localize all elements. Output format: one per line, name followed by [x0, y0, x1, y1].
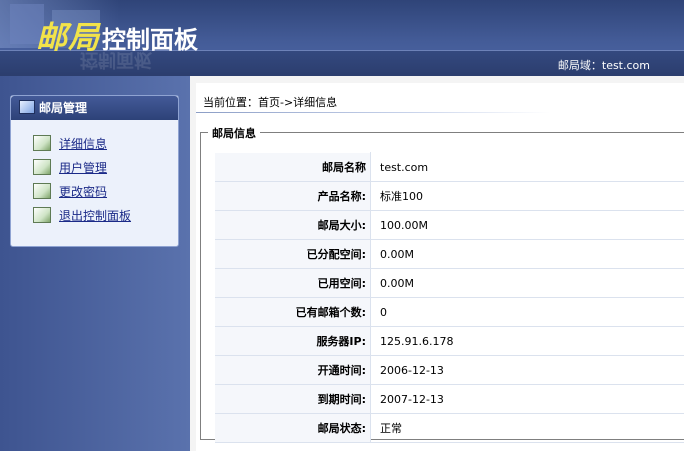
document-icon	[33, 207, 51, 223]
row-value: 正常	[370, 413, 684, 443]
sidebar-link-password[interactable]: 更改密码	[59, 185, 107, 199]
info-legend: 邮局信息	[208, 125, 260, 141]
row-value: 标准100	[370, 181, 684, 211]
document-icon	[33, 183, 51, 199]
sidebar-item-logout: 退出控制面板	[33, 204, 178, 228]
row-value: 2007-12-13	[370, 384, 684, 414]
row-label: 邮局大小:	[215, 210, 371, 240]
row-value: 0.00M	[370, 268, 684, 298]
sidebar-link-logout[interactable]: 退出控制面板	[59, 209, 131, 223]
sidebar-title-label: 邮局管理	[39, 101, 88, 115]
domain-label: 邮局域：test.com	[557, 59, 650, 72]
row-value: 125.91.6.178	[370, 326, 684, 356]
info-table: 邮局名称 test.com 产品名称: 标准100 邮局大小: 100.00M …	[215, 152, 684, 443]
table-row: 产品名称: 标准100	[215, 181, 684, 211]
document-icon	[33, 135, 51, 151]
row-label: 服务器IP:	[215, 326, 371, 356]
breadcrumb-divider	[196, 112, 550, 113]
logo-reflection: 控制面板	[80, 49, 152, 70]
table-row: 到期时间: 2007-12-13	[215, 384, 684, 414]
sidebar-menu: 详细信息 用户管理 更改密码 退出控制面板	[11, 132, 178, 228]
sidebar-panel: 邮局管理 详细信息 用户管理 更改密码 退出控制面板	[10, 95, 179, 247]
row-label: 已用空间:	[215, 268, 371, 298]
breadcrumb: 当前位置：首页->详细信息	[203, 96, 338, 109]
table-row: 邮局状态: 正常	[215, 413, 684, 443]
row-value: 100.00M	[370, 210, 684, 240]
sidebar-link-details[interactable]: 详细信息	[59, 137, 107, 151]
table-row: 已分配空间: 0.00M	[215, 239, 684, 269]
row-value: 2006-12-13	[370, 355, 684, 385]
table-row: 开通时间: 2006-12-13	[215, 355, 684, 385]
row-label: 邮局名称	[215, 152, 371, 182]
sidebar-item-users: 用户管理	[33, 156, 178, 180]
sidebar-link-users[interactable]: 用户管理	[59, 161, 107, 175]
sidebar-panel-title: 邮局管理	[11, 96, 178, 120]
row-label: 到期时间:	[215, 384, 371, 414]
row-value: test.com	[370, 152, 684, 182]
row-value: 0.00M	[370, 239, 684, 269]
sidebar-item-details: 详细信息	[33, 132, 178, 156]
document-icon	[33, 159, 51, 175]
panel-title-icon	[19, 100, 35, 114]
row-value: 0	[370, 297, 684, 327]
table-row: 邮局大小: 100.00M	[215, 210, 684, 240]
row-label: 已分配空间:	[215, 239, 371, 269]
row-label: 邮局状态:	[215, 413, 371, 443]
row-label: 已有邮箱个数:	[215, 297, 371, 327]
row-label: 产品名称:	[215, 181, 371, 211]
row-label: 开通时间:	[215, 355, 371, 385]
table-row: 已有邮箱个数: 0	[215, 297, 684, 327]
table-row: 已用空间: 0.00M	[215, 268, 684, 298]
table-row: 邮局名称 test.com	[215, 152, 684, 182]
sidebar-item-password: 更改密码	[33, 180, 178, 204]
table-row: 服务器IP: 125.91.6.178	[215, 326, 684, 356]
